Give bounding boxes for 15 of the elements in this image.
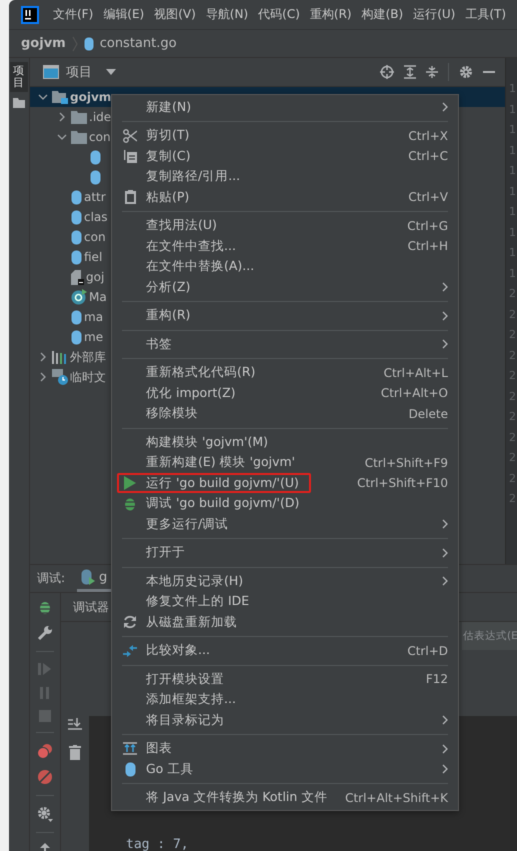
shortcut-label: Ctrl+H	[408, 239, 448, 254]
shortcut-label: Ctrl+Alt+O	[380, 386, 448, 400]
shortcut-label: Ctrl+Alt+L	[384, 366, 448, 380]
shortcut-label: Ctrl+D	[407, 644, 448, 658]
shortcut-label: Ctrl+Shift+F10	[357, 476, 448, 490]
code-line: tag : 7,	[126, 838, 189, 851]
shortcut-label: Ctrl+Shift+F9	[364, 456, 448, 470]
shortcut-label: Ctrl+C	[408, 149, 448, 164]
shortcut-label: Delete	[408, 406, 448, 421]
shortcut-label: Ctrl+V	[408, 190, 448, 204]
panel-title: 调试:	[37, 570, 66, 587]
shortcut-label: F12	[426, 672, 448, 686]
shortcut-label: Ctrl+Alt+Shift+K	[345, 790, 448, 805]
shortcut-label: Ctrl+G	[407, 218, 448, 233]
shortcut-label: Ctrl+X	[408, 128, 448, 143]
